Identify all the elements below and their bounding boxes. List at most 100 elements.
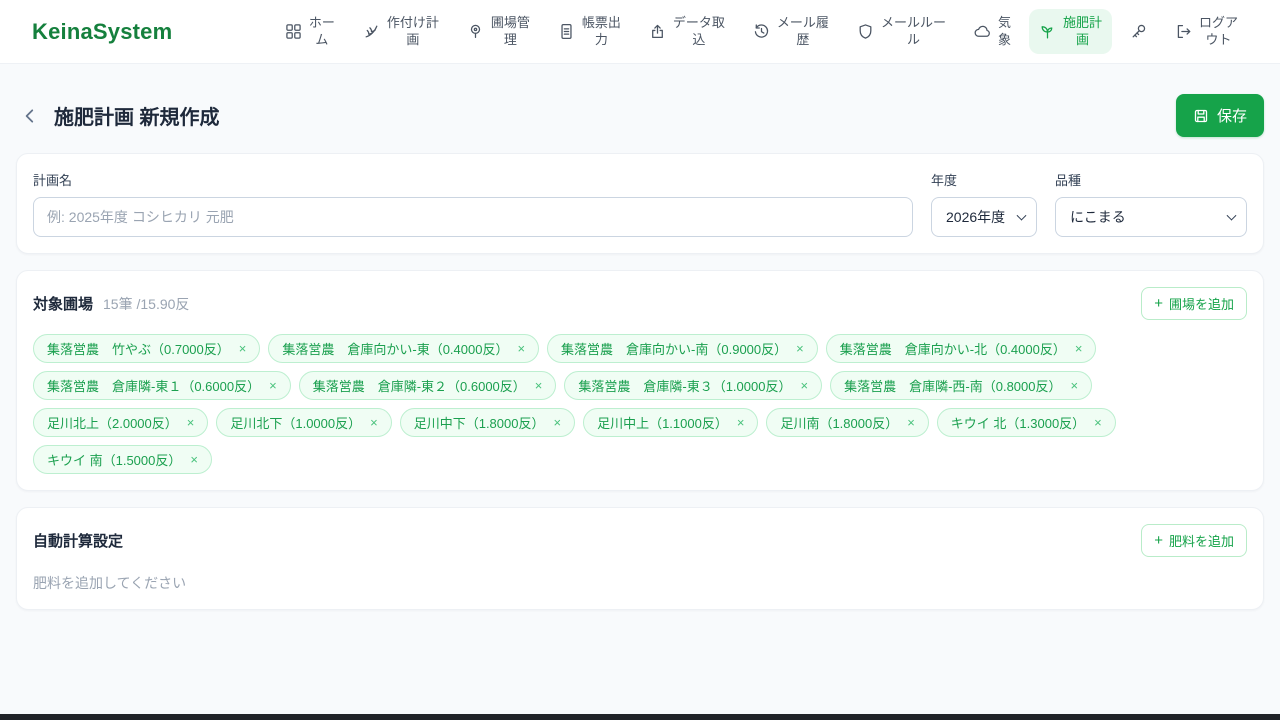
- nav-item-report-output[interactable]: 帳票出 力: [548, 9, 631, 55]
- title-row: 施肥計画 新規作成 保存: [16, 94, 1264, 137]
- field-chip-label: 足川北上（2.0000反）: [47, 416, 178, 431]
- field-chip: 集落営農 倉庫向かい-東（0.4000反） ×: [268, 334, 540, 363]
- year-field: 年度 2026年度: [931, 170, 1037, 237]
- chip-close-icon[interactable]: ×: [737, 415, 745, 430]
- field-chip-label: 足川中下（1.8000反）: [413, 416, 545, 431]
- auto-calc-card: 自動計算設定 + 肥料を追加 肥料を追加してください: [16, 507, 1264, 610]
- variety-select[interactable]: にこまる: [1055, 197, 1247, 237]
- nav-item-data-import[interactable]: データ取 込: [639, 9, 735, 55]
- auto-calc-title: 自動計算設定: [33, 533, 124, 550]
- field-chip: 足川北上（2.0000反） ×: [33, 408, 209, 437]
- year-select[interactable]: 2026年度: [931, 197, 1037, 237]
- nav-item-label: 施肥計 画: [1062, 14, 1102, 47]
- upload-icon: [649, 23, 666, 40]
- plus-icon: +: [1154, 295, 1163, 312]
- field-chip: 足川中下（1.8000反） ×: [399, 408, 576, 437]
- nav-item-label: 帳票出 力: [581, 14, 621, 47]
- app-header: KeinaSystem ホー ム 作付け計 画 圃場管 理 帳票出 力 データ取 込 メー…: [0, 0, 1280, 64]
- nav-item-field-management[interactable]: 圃場管 理: [457, 9, 540, 55]
- chip-close-icon[interactable]: ×: [269, 378, 277, 393]
- field-chip-label: キウイ 南（1.5000反）: [47, 453, 182, 468]
- field-chip-label: 足川南（1.8000反）: [780, 416, 899, 431]
- nav-item-mail-history[interactable]: メール履 歴: [743, 9, 839, 55]
- brand-logo: KeinaSystem: [32, 18, 173, 44]
- nav-item-api-key[interactable]: [1120, 17, 1157, 46]
- field-chip: キウイ 南（1.5000反） ×: [33, 445, 212, 474]
- chip-close-icon[interactable]: ×: [800, 378, 808, 393]
- add-field-button[interactable]: + 圃場を追加: [1141, 287, 1247, 320]
- nav-item-fertilizer-plan[interactable]: 施肥計 画: [1028, 8, 1112, 55]
- sprout-icon: [1039, 23, 1056, 40]
- field-chip-list: 集落営農 竹やぶ（0.7000反） × 集落営農 倉庫向かい-東（0.4000反） ×…: [33, 334, 1247, 474]
- chip-close-icon[interactable]: ×: [1070, 378, 1078, 393]
- bottom-bar: [0, 714, 1280, 720]
- back-button[interactable]: [16, 102, 44, 130]
- nav-item-label: 圃場管 理: [490, 14, 530, 47]
- chip-close-icon[interactable]: ×: [907, 415, 915, 430]
- chip-close-icon[interactable]: ×: [517, 341, 525, 356]
- chip-close-icon[interactable]: ×: [535, 378, 543, 393]
- field-chip-label: 集落営農 倉庫隣-東３（1.0000反）: [578, 379, 792, 394]
- target-fields-card: 対象圃場 15筆 /15.90反 + 圃場を追加 集落営農 竹やぶ（0.7000…: [16, 270, 1264, 491]
- field-chip: 集落営農 倉庫向かい-北（0.4000反） ×: [825, 334, 1097, 363]
- year-label: 年度: [931, 173, 958, 188]
- field-chip: 集落営農 倉庫隣-東１（0.6000反） ×: [33, 371, 291, 400]
- chip-close-icon[interactable]: ×: [370, 415, 378, 430]
- chip-close-icon[interactable]: ×: [190, 452, 198, 467]
- nav-item-planting-plan[interactable]: 作付け計 画: [353, 9, 449, 55]
- field-chip-label: 足川中上（1.1000反）: [597, 416, 728, 431]
- field-chip-label: 集落営農 倉庫隣-東１（0.6000反）: [47, 379, 261, 394]
- cloud-icon: [974, 23, 991, 40]
- floppy-disk-icon: [1193, 108, 1209, 124]
- field-chip-label: 集落営農 竹やぶ（0.7000反）: [47, 342, 230, 357]
- save-button[interactable]: 保存: [1175, 94, 1264, 137]
- field-chip-label: 集落営農 倉庫向かい-南（0.9000反）: [561, 342, 788, 357]
- nav-item-logout[interactable]: ログア ウト: [1165, 9, 1248, 55]
- field-chip-label: 集落営農 倉庫向かい-東（0.4000反）: [282, 342, 509, 357]
- variety-label: 品種: [1055, 173, 1082, 188]
- field-chip: 集落営農 倉庫隣-西-南（0.8000反） ×: [830, 371, 1093, 400]
- chip-close-icon[interactable]: ×: [239, 341, 247, 356]
- plan-name-input[interactable]: [33, 197, 913, 237]
- nav-item-label: データ取 込: [672, 14, 725, 47]
- field-chip-label: キウイ 北（1.3000反）: [950, 416, 1086, 431]
- logout-icon: [1175, 23, 1192, 40]
- target-fields-count: 15筆 /15.90反: [103, 295, 190, 312]
- chip-close-icon[interactable]: ×: [796, 341, 804, 356]
- plan-name-field: 計画名: [33, 170, 913, 237]
- field-chip: キウイ 北（1.3000反） ×: [936, 408, 1116, 437]
- field-chip: 集落営農 倉庫隣-東３（1.0000反） ×: [564, 371, 823, 400]
- chip-close-icon[interactable]: ×: [1094, 415, 1102, 430]
- main-content: 施肥計画 新規作成 保存 計画名 年度 2026年度 品種: [0, 94, 1280, 610]
- add-field-button-label: 圃場を追加: [1168, 297, 1234, 312]
- nav-item-home[interactable]: ホー ム: [275, 9, 345, 55]
- field-chip-label: 集落営農 倉庫向かい-北（0.4000反）: [839, 342, 1066, 357]
- field-chip-label: 足川北下（1.0000反）: [230, 416, 362, 431]
- nav-item-label: メールルー ル: [880, 14, 946, 47]
- add-fertilizer-button[interactable]: + 肥料を追加: [1141, 524, 1247, 557]
- chip-close-icon[interactable]: ×: [1075, 341, 1083, 356]
- grid-icon: [285, 23, 302, 40]
- nav-item-label: ホー ム: [308, 14, 335, 47]
- document-icon: [558, 23, 575, 40]
- field-chip: 集落営農 竹やぶ（0.7000反） ×: [33, 334, 261, 363]
- chevron-left-icon: [21, 107, 39, 125]
- nav-item-mail-rules[interactable]: メールルー ル: [847, 9, 956, 55]
- nav-item-label: 作付け計 画: [386, 14, 439, 47]
- nav-item-label: 気 象: [997, 14, 1011, 47]
- field-chip: 足川北下（1.0000反） ×: [216, 408, 392, 437]
- field-chip: 足川南（1.8000反） ×: [766, 408, 929, 437]
- auto-calc-empty-text: 肥料を追加してください: [33, 575, 187, 591]
- field-chip-label: 集落営農 倉庫隣-西-南（0.8000反）: [844, 379, 1062, 394]
- clock-history-icon: [753, 23, 770, 40]
- variety-field: 品種 にこまる: [1055, 170, 1247, 237]
- nav-item-weather[interactable]: 気 象: [964, 9, 1021, 55]
- chip-close-icon[interactable]: ×: [553, 415, 561, 430]
- shield-icon: [857, 23, 874, 40]
- add-fertilizer-button-label: 肥料を追加: [1168, 534, 1234, 549]
- plus-icon: +: [1154, 532, 1163, 549]
- plan-name-label: 計画名: [33, 173, 73, 188]
- plan-info-card: 計画名 年度 2026年度 品種 にこまる: [16, 153, 1264, 254]
- chip-close-icon[interactable]: ×: [187, 415, 195, 430]
- page-title: 施肥計画 新規作成: [54, 107, 220, 129]
